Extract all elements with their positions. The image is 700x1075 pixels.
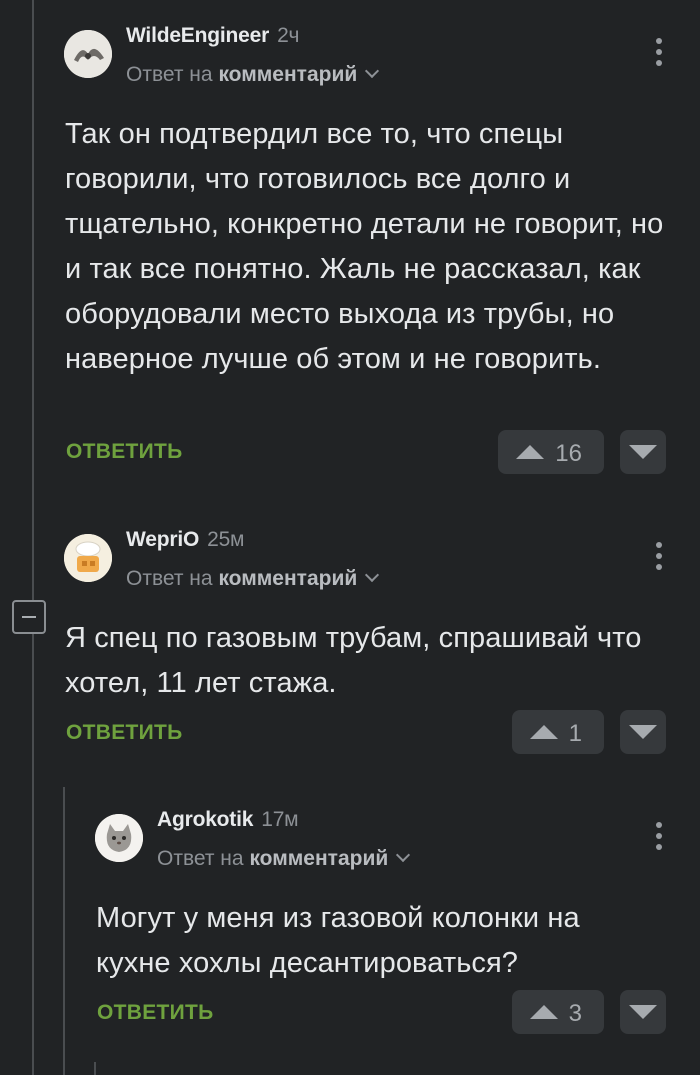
collapse-thread-button[interactable]: [12, 600, 46, 634]
reply-button[interactable]: ОТВЕТИТЬ: [66, 721, 183, 745]
downvote-button[interactable]: [620, 710, 666, 754]
avatar[interactable]: [64, 30, 112, 78]
triangle-up-icon: [530, 725, 558, 739]
comment-text: Могут у меня из газовой колонки на кухне…: [96, 902, 580, 979]
vote-count: 3: [568, 1000, 582, 1027]
comment-time: 25м: [207, 528, 245, 551]
triangle-up-icon: [516, 445, 544, 459]
reply-button[interactable]: ОТВЕТИТЬ: [97, 1001, 214, 1025]
reply-to-link[interactable]: Ответ на комментарий: [126, 63, 380, 87]
thread-line-nested-child: [94, 1062, 96, 1075]
more-options-button[interactable]: [654, 822, 664, 852]
thread-line-nested: [63, 787, 65, 1075]
reply-to-prefix: Ответ на: [126, 63, 213, 86]
author-name[interactable]: WepriO: [126, 528, 199, 551]
triangle-up-icon: [530, 1005, 558, 1019]
downvote-button[interactable]: [620, 430, 666, 474]
reply-to-target[interactable]: комментарий: [249, 847, 388, 870]
upvote-button[interactable]: 16: [498, 430, 604, 474]
downvote-button[interactable]: [620, 990, 666, 1034]
comment-time: 2ч: [277, 24, 300, 47]
upvote-button[interactable]: 3: [512, 990, 604, 1034]
author-name[interactable]: WildeEngineer: [126, 24, 269, 47]
more-options-button[interactable]: [654, 38, 664, 68]
comment-text: Я спец по газовым трубам, спрашивай что …: [65, 622, 642, 699]
triangle-down-icon: [629, 725, 657, 739]
chevron-down-icon[interactable]: [365, 567, 380, 583]
avatar[interactable]: [95, 814, 143, 862]
chevron-down-icon[interactable]: [396, 847, 411, 863]
vertical-dots-icon: [656, 38, 662, 44]
comment-time: 17м: [261, 808, 299, 831]
comment-text: Так он подтвердил все то, что спецы гово…: [65, 118, 664, 375]
vertical-dots-icon: [656, 542, 662, 548]
vote-count: 1: [568, 720, 582, 747]
reply-to-link[interactable]: Ответ на комментарий: [126, 567, 380, 591]
reply-button[interactable]: ОТВЕТИТЬ: [66, 440, 183, 464]
vertical-dots-icon: [656, 822, 662, 828]
upvote-button[interactable]: 1: [512, 710, 604, 754]
reply-to-link[interactable]: Ответ на комментарий: [157, 847, 411, 871]
vote-count: 16: [555, 440, 582, 467]
minus-square-icon: [22, 616, 36, 618]
reply-to-target[interactable]: комментарий: [218, 567, 357, 590]
comment-author[interactable]: WildeEngineer 2ч: [126, 24, 300, 48]
thread-line-root: [32, 0, 34, 1075]
comment-author[interactable]: WepriO 25м: [126, 528, 244, 552]
chevron-down-icon[interactable]: [365, 63, 380, 79]
triangle-down-icon: [629, 445, 657, 459]
reply-to-prefix: Ответ на: [157, 847, 244, 870]
author-name[interactable]: Agrokotik: [157, 808, 253, 831]
more-options-button[interactable]: [654, 542, 664, 572]
reply-to-target[interactable]: комментарий: [218, 63, 357, 86]
comment-author[interactable]: Agrokotik 17м: [157, 808, 299, 832]
reply-to-prefix: Ответ на: [126, 567, 213, 590]
avatar[interactable]: [64, 534, 112, 582]
triangle-down-icon: [629, 1005, 657, 1019]
